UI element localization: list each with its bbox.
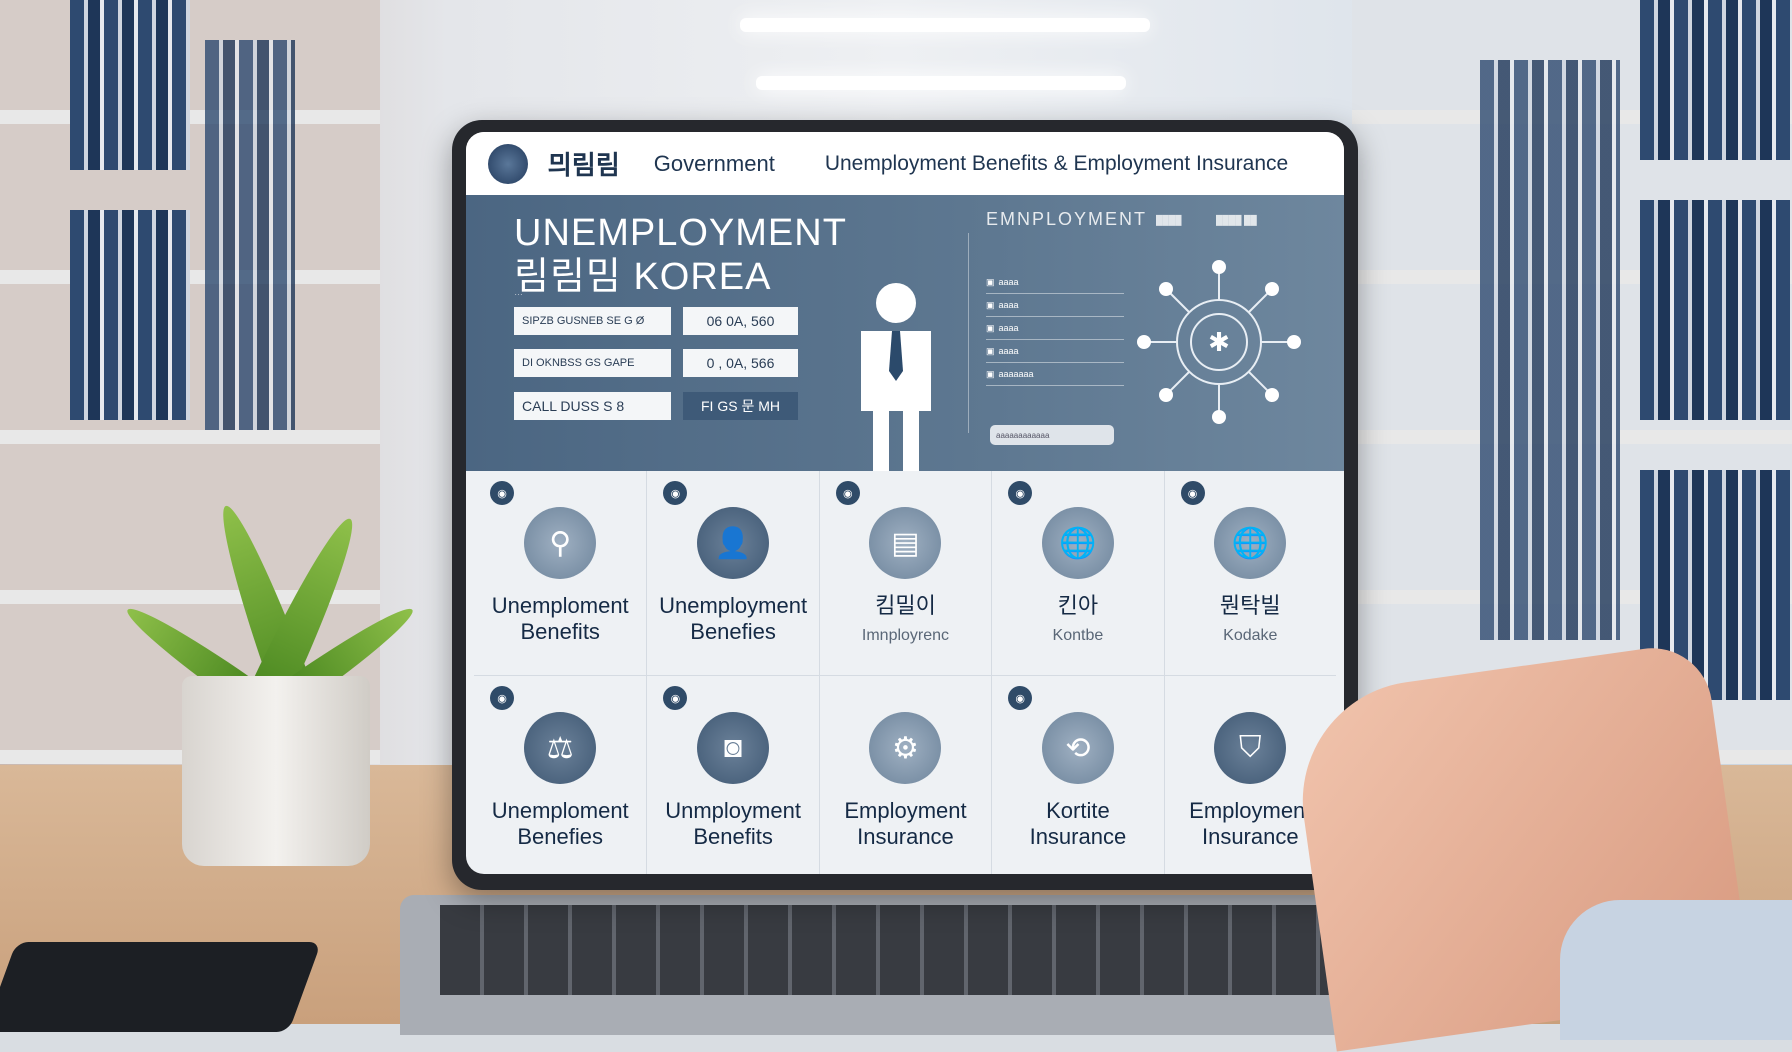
- tile-label: Unemploment Benefies: [491, 798, 629, 849]
- binders: [70, 210, 190, 420]
- svg-text:✱: ✱: [1208, 327, 1230, 357]
- service-tile[interactable]: ⚙ Employment Insurance: [818, 676, 991, 874]
- plant-pot: [182, 676, 370, 866]
- panel-list-item[interactable]: ▣ aaaa: [986, 317, 1124, 340]
- service-tile[interactable]: ◉ ⚖ Unemploment Benefies: [474, 676, 646, 874]
- tile-label: Employment Insurance: [1189, 798, 1312, 849]
- logo-text: 믜림림: [548, 150, 620, 180]
- info-value: 06 0A, 560: [683, 307, 798, 335]
- header-title[interactable]: Unemployment Benefits & Employment Insur…: [825, 152, 1288, 176]
- government-logo[interactable]: [488, 143, 528, 184]
- network-person-icon: ⚲: [524, 507, 597, 579]
- binders: [205, 40, 295, 430]
- nav-government[interactable]: Government: [654, 151, 775, 177]
- employment-panel: EMNPLOYMENT ████ ████ ██ ▣ aaaa ▣ aaaa ▣ aa…: [968, 203, 1336, 463]
- binders: [70, 0, 190, 170]
- info-badge-icon[interactable]: ◉: [663, 686, 688, 710]
- tablet: 믜림림 Government Unemployment Benefits & E…: [452, 120, 1358, 890]
- hero-subtitle: …: [514, 287, 523, 297]
- info-badge-icon[interactable]: ◉: [663, 481, 688, 505]
- binders: [1640, 0, 1790, 160]
- tile-label: 킴밀이 Imnployrenc: [861, 593, 950, 644]
- tile-label: 킨아 Kontbe: [1052, 593, 1104, 644]
- service-tile[interactable]: ◉ ⚲ Unemploment Benefits: [474, 471, 647, 676]
- hero-title-line1: UNEMPLOYMENT: [514, 212, 847, 254]
- globe-icon: 🌐: [1041, 507, 1114, 579]
- info-row[interactable]: DI OKNBSS GS GAPE 0 , 0A, 566: [514, 349, 798, 377]
- ceiling-light: [756, 76, 1126, 90]
- gear-cluster-icon: ⚙: [869, 712, 942, 784]
- call-button[interactable]: FI GS 문 MH: [683, 392, 798, 420]
- tile-label: Kortite Insurance: [1029, 798, 1127, 849]
- info-badge-icon[interactable]: ◉: [835, 481, 860, 505]
- service-tile-grid: ◉ ⚲ Unemploment Benefits ◉ 👤 Unemployment Benef…: [466, 471, 1344, 874]
- service-tile[interactable]: ◉ ⟲ Kortite Insurance: [991, 676, 1163, 874]
- binders: [1640, 200, 1790, 420]
- service-tile[interactable]: ◉ ▤ 킴밀이 Imnployrenc: [818, 471, 992, 676]
- hero-banner: UNEMPLOYMENT 림림밈 KOREA … SIPZB GUSNEB SE…: [466, 195, 1344, 471]
- info-badge-icon[interactable]: ◉: [490, 481, 514, 505]
- sleeve: [1560, 900, 1792, 1040]
- panel-list-item[interactable]: ▣ aaaa: [986, 294, 1124, 317]
- panel-list-item[interactable]: ▣ aaaaaaa: [986, 363, 1124, 386]
- info-label: DI OKNBSS GS GAPE: [514, 349, 671, 377]
- info-row[interactable]: SIPZB GUSNEB SE G Ø 06 0A, 560: [514, 307, 798, 335]
- info-label: SIPZB GUSNEB SE G Ø: [514, 307, 671, 335]
- info-badge-icon[interactable]: ◉: [1008, 481, 1033, 505]
- service-tile[interactable]: ◉ 👤 Unemployment Benefies: [646, 471, 819, 676]
- info-badge-icon[interactable]: ◉: [490, 686, 514, 710]
- person-icon: 👤: [697, 507, 770, 579]
- ceiling-light: [740, 18, 1150, 32]
- person-icon: [861, 283, 931, 471]
- smartphone: [0, 942, 322, 1032]
- divider: [968, 233, 969, 433]
- panel-title: EMNPLOYMENT: [986, 209, 1148, 229]
- panel-tag: ████: [1156, 215, 1182, 225]
- tile-label: Unmployment Benefits: [665, 798, 801, 849]
- hero-title-line2: 림림밈 KOREA: [514, 256, 772, 298]
- camera-icon: ◙: [697, 712, 770, 784]
- binders: [1480, 60, 1620, 640]
- tile-label: Unemployment Benefies: [659, 593, 808, 644]
- shield-icon: ⛉: [1214, 712, 1287, 784]
- arrows-icon: ⟲: [1041, 712, 1114, 784]
- header: 믜림림 Government Unemployment Benefits & E…: [466, 132, 1344, 195]
- document-icon: ▤: [869, 507, 942, 579]
- panel-list: ▣ aaaa ▣ aaaa ▣ aaaa ▣ aaaa ▣ aaaaaaa: [986, 271, 1124, 386]
- globe-icon: 🌐: [1214, 507, 1287, 579]
- tablet-screen: 믜림림 Government Unemployment Benefits & E…: [466, 132, 1344, 874]
- network-hub-icon: ✱: [1137, 260, 1301, 424]
- tile-label: 뭔탁빌 Kodake: [1219, 593, 1281, 644]
- service-tile[interactable]: ◉ ◙ Unmployment Benefits: [646, 676, 818, 874]
- panel-list-item[interactable]: ▣ aaaa: [986, 340, 1124, 363]
- call-label: CALL DUSS S 8: [514, 392, 671, 420]
- info-badge-icon[interactable]: ◉: [1180, 481, 1205, 505]
- hero-title: UNEMPLOYMENT 림림밈 KOREA: [514, 211, 847, 299]
- info-badge-icon[interactable]: ◉: [1008, 686, 1033, 710]
- handshake-icon: ⚖: [524, 712, 597, 784]
- service-tile[interactable]: ◉ 🌐 뭔탁빌 Kodake: [1163, 471, 1336, 676]
- panel-button[interactable]: aaaaaaaaaaaa: [990, 425, 1114, 445]
- tile-label: Employment Insurance: [844, 798, 967, 849]
- keyboard: [440, 905, 1360, 995]
- call-row[interactable]: CALL DUSS S 8 FI GS 문 MH: [514, 392, 798, 420]
- service-tile[interactable]: ◉ 🌐 킨아 Kontbe: [991, 471, 1164, 676]
- tile-label: Unemploment Benefits: [491, 593, 629, 644]
- info-value: 0 , 0A, 566: [683, 349, 798, 377]
- panel-tag: ████ ██: [1216, 215, 1257, 225]
- panel-list-item[interactable]: ▣ aaaa: [986, 271, 1124, 294]
